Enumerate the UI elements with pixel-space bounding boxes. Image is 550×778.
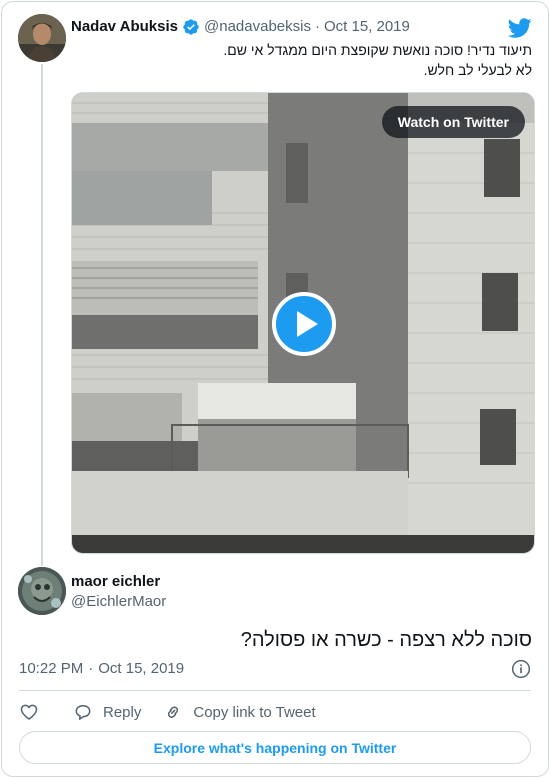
tweet-time: 10:22 PM xyxy=(19,660,84,677)
author-handle[interactable]: @EichlerMaor xyxy=(71,592,166,612)
copy-link-label: Copy link to Tweet xyxy=(193,703,316,721)
header-separator: · xyxy=(314,18,320,35)
reply-label: Reply xyxy=(103,703,142,721)
verified-badge-icon xyxy=(183,19,199,35)
divider xyxy=(19,690,531,691)
embedded-tweet-card: Nadav Abuksis @nadavabeksis · Oct 15, 20… xyxy=(1,1,549,777)
quoted-author-handle[interactable]: @nadavabeksis xyxy=(204,17,311,37)
copy-link-button[interactable]: Copy link to Tweet xyxy=(163,702,316,722)
watch-on-twitter-button[interactable]: Watch on Twitter xyxy=(381,106,525,138)
explore-twitter-button[interactable]: Explore what's happening on Twitter xyxy=(19,731,531,764)
author-avatar[interactable] xyxy=(18,567,66,615)
video-thumbnail[interactable]: Watch on Twitter xyxy=(71,92,535,554)
quoted-tweet-text-line-2: לא לבעלי לב חלש. xyxy=(423,62,532,78)
twitter-bird-icon[interactable] xyxy=(508,16,532,40)
play-icon[interactable] xyxy=(272,292,336,356)
tweet-text: סוכה ללא רצפה - כשרה או פסולה? xyxy=(240,629,532,651)
reply-bubble-icon xyxy=(75,705,91,720)
link-icon xyxy=(168,706,179,718)
thread-connector-line xyxy=(41,64,43,566)
quoted-tweet-text: תיעוד נדיר! סוכה נואשת שקופצת היום ממגדל… xyxy=(71,40,532,80)
quoted-tweet-header: Nadav Abuksis @nadavabeksis · Oct 15, 20… xyxy=(71,17,410,37)
heart-icon xyxy=(20,704,38,721)
tweet-timestamp[interactable]: 10:22 PM · Oct 15, 2019 xyxy=(19,659,184,679)
meta-separator: · xyxy=(88,660,94,677)
info-icon[interactable] xyxy=(511,659,531,679)
tweet-date: Oct 15, 2019 xyxy=(98,660,185,677)
reply-button[interactable]: Reply xyxy=(73,702,141,722)
quoted-author-name[interactable]: Nadav Abuksis xyxy=(71,17,178,37)
author-name[interactable]: maor eichler xyxy=(71,572,160,592)
quoted-author-avatar[interactable] xyxy=(18,14,66,62)
quoted-tweet-text-line-1: תיעוד נדיר! סוכה נואשת שקופצת היום ממגדל… xyxy=(223,42,532,58)
like-button[interactable] xyxy=(19,702,39,722)
quoted-tweet-date[interactable]: Oct 15, 2019 xyxy=(324,17,410,37)
tweet-actions-bar: Reply Copy link to Tweet xyxy=(19,700,316,724)
